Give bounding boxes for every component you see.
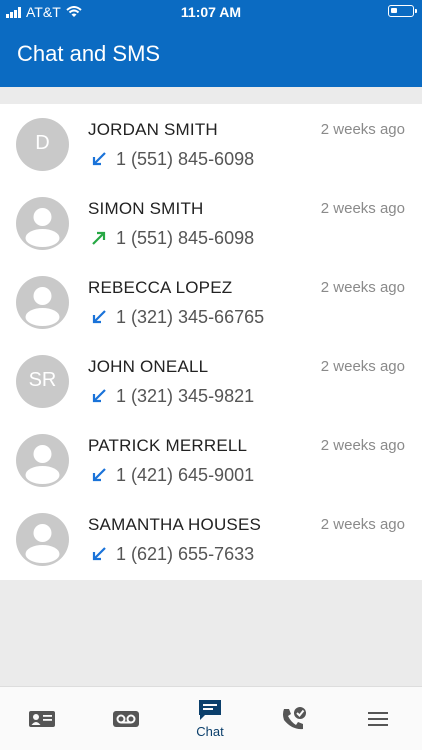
contact-row[interactable]: SIMON SMITH 2 weeks ago 1 (551) 845-6098: [0, 183, 422, 262]
avatar-initials: D: [35, 132, 50, 154]
bottom-tab-bar: Chat: [0, 686, 422, 750]
default-avatar-icon: [25, 208, 60, 247]
call-line: 1 (551) 845-6098: [88, 148, 254, 170]
phone-check-icon: [283, 706, 306, 729]
avatar-initials: SR: [28, 369, 57, 391]
tab-chat[interactable]: Chat: [168, 687, 252, 750]
contact-name: SAMANTHA HOUSES: [88, 515, 262, 534]
page-title: Chat and SMS: [17, 41, 161, 66]
avatar: [16, 434, 69, 487]
tab-menu[interactable]: [336, 687, 420, 750]
chat-icon: [199, 700, 221, 720]
call-line: 1 (321) 345-66765: [88, 306, 264, 328]
incoming-arrow-icon: [92, 468, 106, 482]
call-line: 1 (321) 345-9821: [88, 385, 254, 407]
contact-row[interactable]: D JORDAN SMITH 2 weeks ago 1 (551) 845-6098: [0, 104, 422, 183]
message-time: 2 weeks ago: [320, 358, 405, 375]
default-avatar-icon: [25, 445, 60, 484]
contact-name: REBECCA LOPEZ: [88, 278, 233, 297]
phone-number: 1 (321) 345-9821: [116, 385, 255, 406]
message-time: 2 weeks ago: [320, 200, 405, 217]
menu-icon: [368, 711, 388, 726]
phone-number: 1 (551) 845-6098: [116, 227, 255, 248]
avatar: [16, 513, 69, 566]
avatar: [16, 197, 69, 250]
voicemail-icon: [113, 710, 139, 727]
tab-voicemail[interactable]: [84, 687, 168, 750]
contact-name: SIMON SMITH: [88, 199, 204, 218]
default-avatar-icon: [25, 524, 60, 563]
contact-list: D JORDAN SMITH 2 weeks ago 1 (551) 845-6098…: [0, 104, 422, 580]
contact-row[interactable]: SAMANTHA HOUSES 2 weeks ago 1 (621) 655-76…: [0, 499, 422, 578]
incoming-arrow-icon: [92, 152, 106, 166]
phone-number: 1 (321) 345-66765: [116, 306, 265, 327]
contact-name: PATRICK MERRELL: [88, 436, 248, 455]
status-bar: AT&T 11:07 AM: [0, 0, 422, 22]
battery-icon: [388, 5, 417, 17]
tab-contacts[interactable]: [0, 687, 84, 750]
battery-level: [391, 8, 397, 13]
tab-calls[interactable]: [252, 687, 336, 750]
incoming-arrow-icon: [92, 310, 106, 324]
message-time: 2 weeks ago: [320, 516, 405, 533]
contact-name: JORDAN SMITH: [88, 120, 218, 139]
call-line: 1 (421) 645-9001: [88, 464, 254, 486]
call-line: 1 (621) 655-7633: [88, 543, 254, 565]
incoming-arrow-icon: [92, 389, 106, 403]
contact-row[interactable]: REBECCA LOPEZ 2 weeks ago 1 (321) 345-6676…: [0, 262, 422, 341]
phone-number: 1 (621) 655-7633: [116, 543, 255, 564]
avatar: D: [16, 118, 69, 171]
message-time: 2 weeks ago: [320, 121, 405, 138]
tab-chat-label: Chat: [196, 724, 224, 739]
status-time: 11:07 AM: [180, 4, 242, 20]
incoming-arrow-icon: [92, 547, 106, 561]
contact-row[interactable]: SR JOHN ONEALL 2 weeks ago 1 (321) 345-9821: [0, 341, 422, 420]
phone-number: 1 (421) 645-9001: [116, 464, 255, 485]
avatar: [16, 276, 69, 329]
app-header: AT&T 11:07 AM Chat and SMS: [0, 0, 422, 87]
outgoing-arrow-icon: [92, 231, 106, 245]
contact-name: JOHN ONEALL: [88, 357, 209, 376]
default-avatar-icon: [25, 287, 60, 326]
message-time: 2 weeks ago: [320, 279, 405, 296]
contacts-card-icon: [29, 710, 55, 727]
message-time: 2 weeks ago: [320, 437, 405, 454]
call-line: 1 (551) 845-6098: [88, 227, 254, 249]
phone-number: 1 (551) 845-6098: [116, 148, 255, 169]
contact-row[interactable]: PATRICK MERRELL 2 weeks ago 1 (421) 645-90…: [0, 420, 422, 499]
avatar: SR: [16, 355, 69, 408]
